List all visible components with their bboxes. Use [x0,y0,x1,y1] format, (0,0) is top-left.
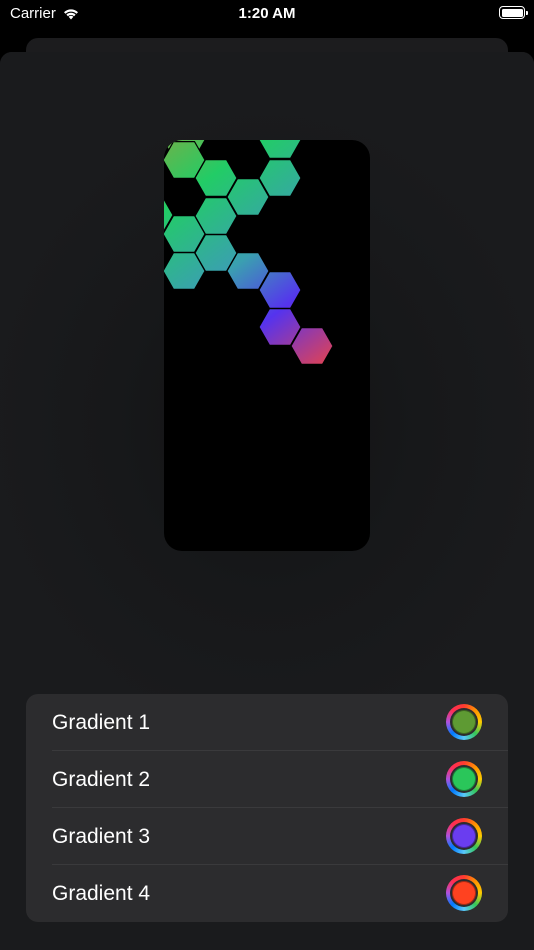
gradient-list: Gradient 1 Gradient 2 Gradient 3 Gradien… [26,694,508,922]
gradient-label: Gradient 1 [52,710,151,734]
color-swatch [452,881,476,905]
gradient-row-3[interactable]: Gradient 3 [26,808,508,865]
color-wheel-icon[interactable] [446,818,482,854]
color-wheel-icon[interactable] [446,761,482,797]
gradient-label: Gradient 4 [52,881,151,905]
color-wheel-icon[interactable] [446,875,482,911]
gradient-label: Gradient 2 [52,767,151,791]
color-swatch [452,824,476,848]
status-time: 1:20 AM [238,5,296,22]
gradient-row-1[interactable]: Gradient 1 [26,694,508,751]
phone-preview [164,140,370,551]
color-swatch [452,767,476,791]
color-wheel-icon[interactable] [446,704,482,740]
battery-icon [499,6,528,19]
gradient-row-4[interactable]: Gradient 4 [26,865,508,922]
status-bar: Carrier 1:20 AM [0,0,534,30]
modal-sheet: Gradient 1 Gradient 2 Gradient 3 Gradien… [0,52,534,950]
hexagon-grid [164,140,334,365]
color-swatch [452,710,476,734]
hexagon-cell [258,140,302,159]
gradient-label: Gradient 3 [52,824,151,848]
gradient-row-2[interactable]: Gradient 2 [26,751,508,808]
